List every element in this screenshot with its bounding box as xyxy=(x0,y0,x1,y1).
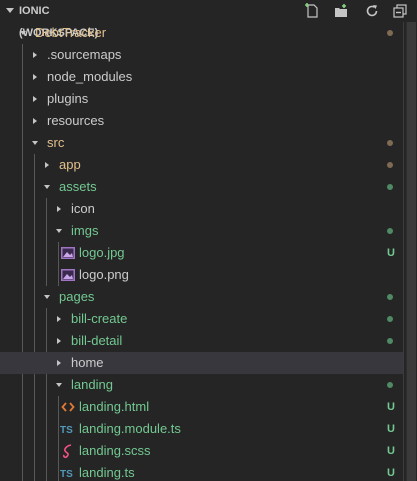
git-status-dot xyxy=(387,228,393,234)
folder-item-src[interactable]: src xyxy=(0,132,403,154)
git-status-dot xyxy=(387,184,393,190)
tree-item-label: plugins xyxy=(47,91,89,106)
git-status-dot xyxy=(387,294,393,300)
tree-item-label: app xyxy=(59,157,81,172)
folder-item-sourcemaps[interactable]: .sourcemaps xyxy=(0,44,403,66)
folder-item-node-modules[interactable]: node_modules xyxy=(0,66,403,88)
sass-icon xyxy=(62,444,72,459)
chevron-right-icon[interactable] xyxy=(42,154,52,176)
chevron-right-icon[interactable] xyxy=(54,308,64,330)
tree-item-label: pages xyxy=(59,289,95,304)
folder-item-bill-create[interactable]: bill-create xyxy=(0,308,403,330)
tree-item-label: home xyxy=(71,355,104,370)
tree-item-label: src xyxy=(47,135,65,150)
tree-item-label: resources xyxy=(47,113,105,128)
tree-item-label: assets xyxy=(59,179,97,194)
tree-item-label: landing.module.ts xyxy=(79,421,181,436)
html-icon xyxy=(61,402,75,412)
folder-item-plugins[interactable]: plugins xyxy=(0,88,403,110)
git-status-dot xyxy=(387,382,393,388)
git-status-badge: U xyxy=(387,401,395,413)
git-status-badge: U xyxy=(387,423,395,435)
image-icon xyxy=(61,269,75,281)
git-status-dot xyxy=(387,316,393,322)
svg-text:TS: TS xyxy=(60,425,73,436)
folder-item-app[interactable]: app xyxy=(0,154,403,176)
scrollbar-edge xyxy=(403,22,404,481)
tree-item-label: landing xyxy=(71,377,113,392)
folder-item-imgs[interactable]: imgs xyxy=(0,220,403,242)
tree-item-label: logo.jpg xyxy=(79,245,125,260)
chevron-down-icon[interactable] xyxy=(54,374,64,396)
chevron-down-icon[interactable] xyxy=(18,22,28,44)
file-tree: DebtTracker .sourcemaps node_modulesplugin… xyxy=(0,22,403,481)
refresh-icon[interactable] xyxy=(363,2,381,20)
file-item-landing-ts[interactable]: TS landing.ts U xyxy=(0,462,403,481)
file-item-logo-png[interactable]: logo.png xyxy=(0,264,403,286)
git-status-badge: U xyxy=(387,467,395,479)
folder-item-home[interactable]: home xyxy=(0,352,403,374)
tree-item-label: icon xyxy=(71,201,95,216)
tree-item-label: bill-create xyxy=(71,311,128,326)
tree-item-label: bill-detail xyxy=(71,333,123,348)
tree-item-label: landing.html xyxy=(79,399,150,414)
chevron-right-icon[interactable] xyxy=(30,88,40,110)
git-status-dot xyxy=(387,30,393,36)
git-status-badge: U xyxy=(387,247,395,259)
new-folder-icon[interactable] xyxy=(332,2,350,20)
tree-item-label: landing.ts xyxy=(79,465,135,480)
tree-item-label: node_modules xyxy=(47,69,133,84)
folder-item-bill-detail[interactable]: bill-detail xyxy=(0,330,403,352)
file-item-landing-module-ts[interactable]: TS landing.module.ts U xyxy=(0,418,403,440)
git-status-dot xyxy=(387,338,393,344)
git-status-dot xyxy=(387,140,393,146)
typescript-icon: TS xyxy=(60,425,73,436)
chevron-down-icon[interactable] xyxy=(42,286,52,308)
collapse-all-icon[interactable] xyxy=(391,2,409,20)
folder-item-landing[interactable]: landing xyxy=(0,374,403,396)
tree-item-label: landing.scss xyxy=(79,443,151,458)
chevron-right-icon[interactable] xyxy=(30,44,40,66)
chevron-down-icon[interactable] xyxy=(30,132,40,154)
tree-item-label: .sourcemaps xyxy=(47,47,122,62)
folder-item-icon[interactable]: icon xyxy=(0,198,403,220)
new-file-icon[interactable] xyxy=(303,2,321,20)
tree-item-label: DebtTracker xyxy=(35,25,107,40)
svg-text:TS: TS xyxy=(60,469,73,480)
file-item-landing-html[interactable]: landing.html U xyxy=(0,396,403,418)
folder-item-debttracker[interactable]: DebtTracker xyxy=(0,22,403,44)
folder-item-pages[interactable]: pages xyxy=(0,286,403,308)
scrollbar-thumb[interactable] xyxy=(406,22,416,481)
tree-item-label: logo.png xyxy=(79,267,129,282)
explorer-header[interactable]: IONIC (WORKSPACE) xyxy=(0,0,417,39)
scrollbar[interactable] xyxy=(403,22,417,481)
git-status-badge: U xyxy=(387,445,395,457)
chevron-right-icon[interactable] xyxy=(54,198,64,220)
chevron-right-icon[interactable] xyxy=(54,352,64,374)
typescript-icon: TS xyxy=(60,469,73,480)
file-item-logo-jpg[interactable]: logo.jpg U xyxy=(0,242,403,264)
chevron-right-icon[interactable] xyxy=(30,66,40,88)
image-icon xyxy=(61,247,75,259)
tree-item-label: imgs xyxy=(71,223,99,238)
chevron-down-icon[interactable] xyxy=(54,220,64,242)
git-status-dot xyxy=(387,162,393,168)
file-item-landing-scss[interactable]: landing.scss U xyxy=(0,440,403,462)
folder-item-assets[interactable]: assets xyxy=(0,176,403,198)
chevron-right-icon[interactable] xyxy=(54,330,64,352)
chevron-down-icon[interactable] xyxy=(42,176,52,198)
folder-item-resources[interactable]: resources xyxy=(0,110,403,132)
chevron-right-icon[interactable] xyxy=(30,110,40,132)
chevron-down-icon xyxy=(6,8,14,13)
